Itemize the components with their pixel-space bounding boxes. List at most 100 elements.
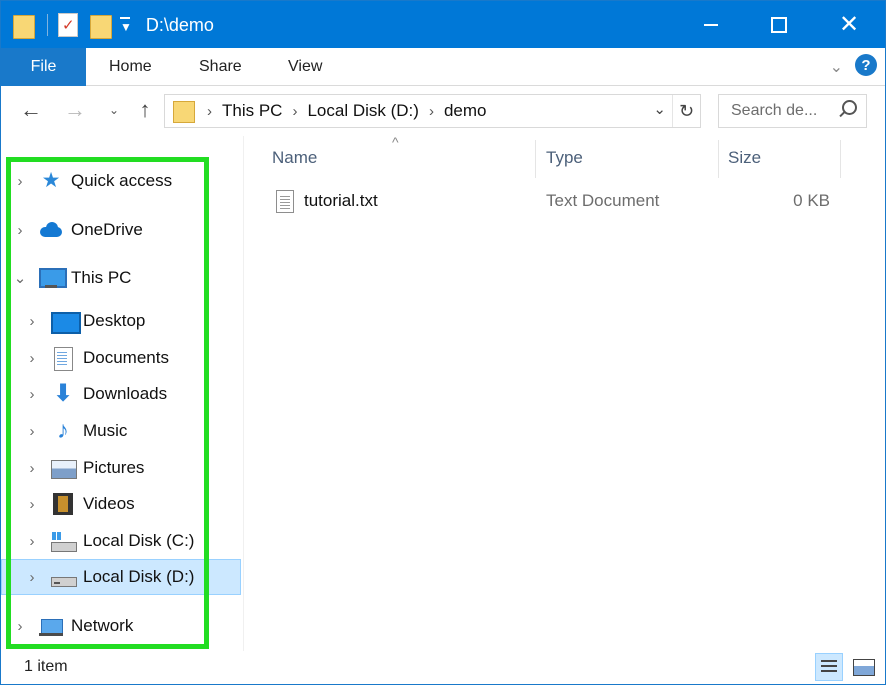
- refresh-button[interactable]: ↻: [672, 95, 700, 127]
- sidebar-item-network[interactable]: › Network: [1, 608, 241, 644]
- sidebar-item-documents[interactable]: › Documents: [1, 340, 241, 376]
- sidebar-item-label: Network: [71, 616, 134, 635]
- minimize-button[interactable]: [677, 1, 745, 48]
- item-count: 1 item: [24, 658, 68, 675]
- desktop-icon: [51, 310, 81, 334]
- sidebar-item-label: Documents: [83, 348, 169, 367]
- breadcrumb-chevron-icon[interactable]: ›: [429, 103, 434, 120]
- expand-chevron-icon[interactable]: ›: [13, 222, 27, 239]
- expand-chevron-icon[interactable]: ›: [13, 173, 27, 190]
- new-folder-icon[interactable]: [90, 13, 112, 39]
- table-row[interactable]: tutorial.txt Text Document 0 KB: [268, 184, 858, 218]
- sidebar-item-desktop[interactable]: › Desktop: [1, 303, 241, 339]
- status-bar: 1 item: [1, 651, 885, 684]
- music-icon: ♪: [57, 417, 69, 444]
- tab-home[interactable]: Home: [109, 48, 152, 86]
- breadcrumb-local-disk-d[interactable]: Local Disk (D:): [307, 101, 418, 121]
- breadcrumb-chevron-icon[interactable]: ›: [292, 103, 297, 120]
- large-icons-view-button[interactable]: [851, 655, 875, 679]
- file-type: Text Document: [546, 191, 660, 210]
- up-button[interactable]: ↑: [131, 96, 159, 124]
- expand-chevron-icon[interactable]: ›: [25, 460, 39, 477]
- sidebar-item-label: Desktop: [83, 311, 146, 330]
- network-icon: [39, 615, 63, 637]
- column-header-size[interactable]: Size: [728, 136, 761, 180]
- expand-chevron-icon[interactable]: ›: [25, 386, 39, 403]
- breadcrumb-demo[interactable]: demo: [444, 101, 487, 121]
- expand-chevron-icon[interactable]: ›: [25, 350, 39, 367]
- sidebar-item-label: Music: [83, 421, 128, 440]
- sidebar-item-label: Videos: [83, 494, 135, 513]
- sidebar-item-label: Quick access: [71, 171, 173, 190]
- navigation-bar: ← → ⌄ ↑ › This PC › Local Disk (D:) › de…: [1, 86, 885, 136]
- expand-chevron-icon[interactable]: ›: [25, 423, 39, 440]
- column-divider[interactable]: [718, 140, 719, 178]
- pictures-icon: [51, 457, 77, 479]
- search-icon[interactable]: [838, 100, 857, 118]
- sidebar-item-videos[interactable]: › Videos: [1, 486, 241, 522]
- sidebar-item-this-pc[interactable]: ⌄ This PC: [1, 260, 241, 296]
- title-bar: ▼ D:\demo ✕: [1, 1, 885, 48]
- maximize-button[interactable]: [745, 1, 813, 48]
- sidebar-item-local-disk-d[interactable]: › Local Disk (D:): [1, 559, 241, 595]
- customize-toolbar-dropdown-icon[interactable]: ▼: [120, 17, 132, 33]
- sidebar-item-label: Local Disk (C:): [83, 531, 195, 550]
- expand-chevron-icon[interactable]: ›: [13, 618, 27, 635]
- expand-chevron-icon[interactable]: ›: [25, 496, 39, 513]
- column-divider[interactable]: [535, 140, 536, 178]
- text-file-icon: [276, 190, 294, 213]
- recent-locations-chevron-icon[interactable]: ⌄: [105, 96, 123, 124]
- sidebar-item-music[interactable]: › ♪ Music: [1, 413, 241, 449]
- sidebar-item-label: Local Disk (D:): [83, 567, 195, 586]
- minimize-icon: [704, 23, 718, 26]
- cloud-icon: [39, 219, 63, 241]
- sidebar-item-label: Pictures: [83, 458, 145, 477]
- sort-ascending-icon: ^: [392, 134, 399, 150]
- sidebar-item-onedrive[interactable]: › OneDrive: [1, 212, 241, 248]
- column-divider[interactable]: [840, 140, 841, 178]
- tab-file[interactable]: File: [1, 48, 86, 86]
- window-title: D:\demo: [145, 14, 214, 35]
- expand-ribbon-chevron-icon[interactable]: ⌄: [830, 57, 843, 77]
- sidebar-item-quick-access[interactable]: › ★ Quick access: [1, 163, 241, 199]
- address-bar[interactable]: › This PC › Local Disk (D:) › demo ⌄ ↻: [164, 94, 701, 128]
- sidebar-item-label: Downloads: [83, 384, 168, 403]
- drive-c-icon: [51, 530, 77, 552]
- forward-button[interactable]: →: [61, 96, 89, 124]
- downloads-icon: ⬇: [52, 380, 74, 407]
- videos-icon: [51, 493, 75, 515]
- help-icon[interactable]: ?: [855, 54, 877, 76]
- breadcrumb-chevron-icon[interactable]: ›: [207, 103, 212, 120]
- sidebar-item-pictures[interactable]: › Pictures: [1, 450, 241, 486]
- expand-chevron-icon[interactable]: ›: [25, 533, 39, 550]
- breadcrumb-this-pc[interactable]: This PC: [222, 101, 282, 121]
- folder-icon: [173, 100, 195, 123]
- expand-chevron-icon[interactable]: ›: [25, 569, 39, 586]
- collapse-chevron-icon[interactable]: ⌄: [13, 269, 27, 287]
- computer-icon: [39, 267, 67, 289]
- file-name: tutorial.txt: [304, 191, 378, 210]
- search-placeholder: Search de...: [731, 102, 818, 119]
- details-view-button[interactable]: [815, 653, 843, 681]
- ribbon-tabs: File Home Share View ⌄ ?: [1, 48, 885, 86]
- expand-chevron-icon[interactable]: ›: [25, 313, 39, 330]
- file-list: ^ Name Type Size tutorial.txt Text Docum…: [244, 134, 885, 651]
- column-header-type[interactable]: Type: [546, 136, 583, 180]
- toolbar-divider: [47, 14, 48, 36]
- quick-access-toolbar: ▼ D:\demo: [13, 11, 214, 39]
- back-button[interactable]: ←: [17, 96, 45, 124]
- search-input[interactable]: Search de...: [718, 94, 867, 128]
- tab-share[interactable]: Share: [199, 48, 242, 86]
- address-history-chevron-icon[interactable]: ⌄: [653, 100, 666, 118]
- drive-d-icon: [51, 566, 77, 588]
- explorer-window: ▼ D:\demo ✕ File Home Share View ⌄ ? ← →…: [0, 0, 886, 685]
- close-button[interactable]: ✕: [815, 1, 883, 48]
- sidebar-item-label: OneDrive: [71, 220, 143, 239]
- close-icon: ✕: [838, 10, 860, 38]
- column-header-name[interactable]: Name: [272, 136, 317, 180]
- sidebar-item-downloads[interactable]: › ⬇ Downloads: [1, 376, 241, 412]
- sidebar-item-local-disk-c[interactable]: › Local Disk (C:): [1, 523, 241, 559]
- properties-icon[interactable]: [58, 13, 78, 37]
- tab-view[interactable]: View: [288, 48, 322, 86]
- documents-icon: [51, 347, 75, 371]
